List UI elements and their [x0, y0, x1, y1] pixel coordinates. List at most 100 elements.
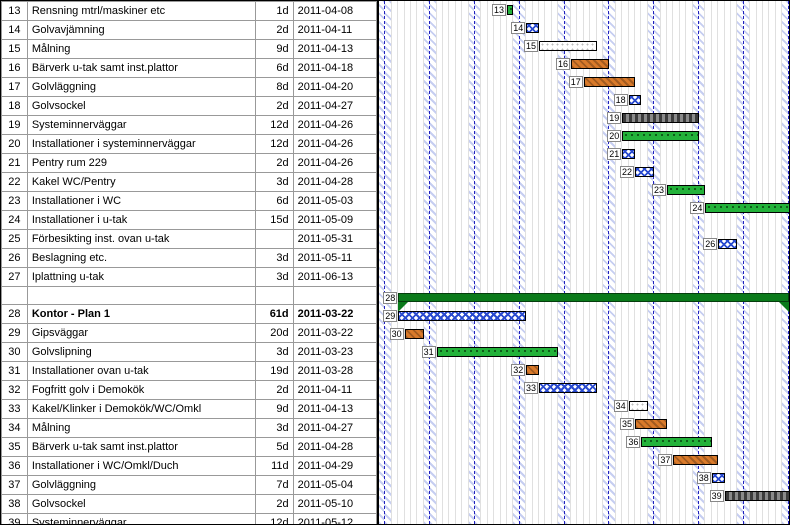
table-row[interactable]: 34Målning3d2011-04-27: [2, 419, 377, 438]
gantt-chart-panel[interactable]: 1314151617181920212223242526272829303132…: [379, 1, 789, 524]
task-id: 37: [2, 476, 28, 495]
task-start-date: 2011-04-28: [293, 173, 376, 192]
task-name: Iplattning u-tak: [27, 268, 255, 287]
task-bar[interactable]: 33: [539, 383, 597, 393]
task-duration: 8d: [256, 78, 294, 97]
bar-label: 33: [524, 382, 538, 394]
bar-label: 29: [383, 310, 397, 322]
task-bar[interactable]: 19: [622, 113, 699, 123]
task-bar[interactable]: 38: [712, 473, 725, 483]
task-duration: 3d: [256, 343, 294, 362]
task-bar[interactable]: 14: [526, 23, 539, 33]
task-bar[interactable]: 26: [718, 239, 737, 249]
table-row[interactable]: 38Golvsockel2d2011-05-10: [2, 495, 377, 514]
table-row[interactable]: 30Golvslipning3d2011-03-23: [2, 343, 377, 362]
task-bar[interactable]: 31: [437, 347, 559, 357]
table-row[interactable]: 15Målning9d2011-04-13: [2, 40, 377, 59]
task-bar[interactable]: 15: [539, 41, 597, 51]
task-duration: 20d: [256, 324, 294, 343]
table-row[interactable]: 24Installationer i u-tak15d2011-05-09: [2, 211, 377, 230]
task-name: Golvsockel: [27, 97, 255, 116]
table-row[interactable]: 32Fogfritt golv i Demokök2d2011-04-11: [2, 381, 377, 400]
task-name: Installationer i WC: [27, 192, 255, 211]
table-row[interactable]: 22Kakel WC/Pentry3d2011-04-28: [2, 173, 377, 192]
task-start-date: 2011-04-26: [293, 154, 376, 173]
task-name: Rensning mtrl/maskiner etc: [27, 2, 255, 21]
task-name: Golvläggning: [27, 78, 255, 97]
task-id: 19: [2, 116, 28, 135]
task-id: 16: [2, 59, 28, 78]
bar-label: 36: [626, 436, 640, 448]
table-row[interactable]: 36Installationer i WC/Omkl/Duch11d2011-0…: [2, 457, 377, 476]
task-bar[interactable]: 16: [571, 59, 609, 69]
task-name: Installationer i u-tak: [27, 211, 255, 230]
task-bar[interactable]: 20: [622, 131, 699, 141]
task-id: 22: [2, 173, 28, 192]
task-id: 32: [2, 381, 28, 400]
table-row[interactable]: 25Förbesikting inst. ovan u-tak2011-05-3…: [2, 230, 377, 249]
table-row[interactable]: 17Golvläggning8d2011-04-20: [2, 78, 377, 97]
bar-label: 20: [607, 130, 621, 142]
table-row[interactable]: 20Installationer i systeminnerväggar12d2…: [2, 135, 377, 154]
task-id: 30: [2, 343, 28, 362]
task-bar[interactable]: 30: [405, 329, 424, 339]
table-row[interactable]: 27Iplattning u-tak3d2011-06-13: [2, 268, 377, 287]
task-bar[interactable]: 37: [673, 455, 718, 465]
task-duration: 2d: [256, 21, 294, 40]
table-row[interactable]: 16Bärverk u-tak samt inst.plattor6d2011-…: [2, 59, 377, 78]
task-bar[interactable]: 35: [635, 419, 667, 429]
task-id: 20: [2, 135, 28, 154]
table-row[interactable]: 37Golvläggning7d2011-05-04: [2, 476, 377, 495]
task-bar[interactable]: 39: [725, 491, 789, 501]
task-duration: 12d: [256, 116, 294, 135]
task-bar[interactable]: 24: [705, 203, 789, 213]
task-start-date: 2011-04-11: [293, 21, 376, 40]
task-duration: 2d: [256, 154, 294, 173]
table-row[interactable]: 18Golvsockel2d2011-04-27: [2, 97, 377, 116]
task-start-date: 2011-04-20: [293, 78, 376, 97]
task-id: 26: [2, 249, 28, 268]
table-row[interactable]: 28Kontor - Plan 161d2011-03-22: [2, 305, 377, 324]
task-name: Golvläggning: [27, 476, 255, 495]
task-duration: 2d: [256, 97, 294, 116]
table-row[interactable]: 31Installationer ovan u-tak19d2011-03-28: [2, 362, 377, 381]
task-bar[interactable]: 22: [635, 167, 654, 177]
task-table-panel: 13Rensning mtrl/maskiner etc1d2011-04-08…: [1, 1, 379, 524]
task-start-date: 2011-04-28: [293, 438, 376, 457]
task-start-date: 2011-04-26: [293, 116, 376, 135]
task-bar[interactable]: 36: [641, 437, 711, 447]
table-row[interactable]: 35Bärverk u-tak samt inst.plattor5d2011-…: [2, 438, 377, 457]
table-row[interactable]: 13Rensning mtrl/maskiner etc1d2011-04-08: [2, 2, 377, 21]
task-bar[interactable]: 29: [398, 311, 526, 321]
task-name: Golvavjämning: [27, 21, 255, 40]
task-bar[interactable]: 34: [629, 401, 648, 411]
task-name: Systeminnerväggar: [27, 116, 255, 135]
table-row[interactable]: 39Systeminnerväggar12d2011-05-12: [2, 514, 377, 525]
table-row[interactable]: 21Pentry rum 2292d2011-04-26: [2, 154, 377, 173]
table-row[interactable]: 29Gipsväggar20d2011-03-22: [2, 324, 377, 343]
task-bar[interactable]: 23: [667, 185, 705, 195]
task-duration: 3d: [256, 419, 294, 438]
task-name: Fogfritt golv i Demokök: [27, 381, 255, 400]
task-start-date: 2011-03-28: [293, 362, 376, 381]
task-bar[interactable]: 32: [526, 365, 539, 375]
task-bar[interactable]: 18: [629, 95, 642, 105]
bar-label: 14: [511, 22, 525, 34]
table-row[interactable]: 23Installationer i WC6d2011-05-03: [2, 192, 377, 211]
bar-label: 24: [690, 202, 704, 214]
table-row[interactable]: 19Systeminnerväggar12d2011-04-26: [2, 116, 377, 135]
task-id: 31: [2, 362, 28, 381]
table-row[interactable]: 26Beslagning etc.3d2011-05-11: [2, 249, 377, 268]
task-bar[interactable]: 17: [584, 77, 635, 87]
table-row[interactable]: 33Kakel/Klinker i Demokök/WC/Omkl9d2011-…: [2, 400, 377, 419]
task-duration: 9d: [256, 400, 294, 419]
task-bar[interactable]: 13: [507, 5, 513, 15]
task-bar[interactable]: 21: [622, 149, 635, 159]
task-id: 28: [2, 305, 28, 324]
task-start-date: 2011-04-29: [293, 457, 376, 476]
task-start-date: 2011-04-26: [293, 135, 376, 154]
bar-label: 21: [607, 148, 621, 160]
table-row[interactable]: 14Golvavjämning2d2011-04-11: [2, 21, 377, 40]
task-start-date: 2011-04-11: [293, 381, 376, 400]
summary-bar[interactable]: 28: [398, 293, 788, 302]
